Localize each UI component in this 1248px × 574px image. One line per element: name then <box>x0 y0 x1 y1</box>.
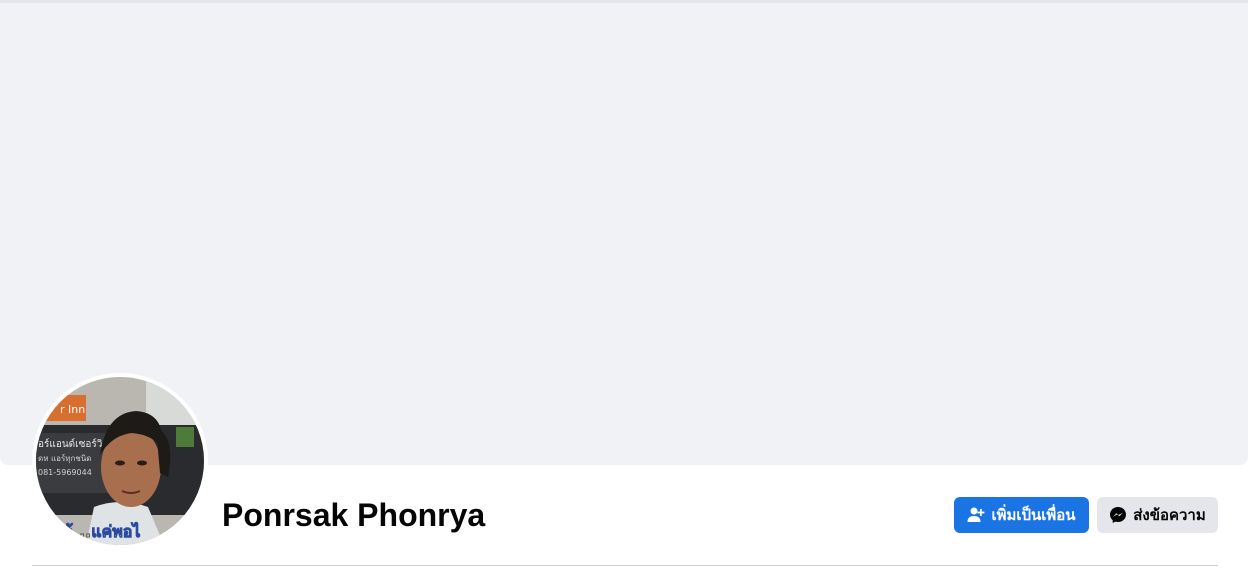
send-message-button[interactable]: ส่งข้อความ <box>1097 497 1218 533</box>
svg-text:r Inn: r Inn <box>60 403 85 416</box>
cover-photo[interactable] <box>0 3 1248 465</box>
send-message-label: ส่งข้อความ <box>1133 507 1206 524</box>
messenger-icon <box>1109 506 1127 524</box>
profile-name: Ponrsak Phonrya <box>222 497 486 533</box>
section-divider <box>32 565 1218 566</box>
svg-text:081-5969044: 081-5969044 <box>38 468 92 477</box>
profile-avatar[interactable]: r Inn อร์แอนด์เซอร์วิส ดห แอร์ทุกชนิด 08… <box>36 377 204 545</box>
profile-page: r Inn อร์แอนด์เซอร์วิส ดห แอร์ทุกชนิด 08… <box>0 0 1248 574</box>
svg-text:อร์แอนด์เซอร์วิส: อร์แอนด์เซอร์วิส <box>38 438 108 450</box>
add-friend-icon <box>967 506 985 524</box>
avatar-overlay-text: ว้...แค่พอไ <box>64 522 140 541</box>
avatar-photo: r Inn อร์แอนด์เซอร์วิส ดห แอร์ทุกชนิด 08… <box>36 377 204 545</box>
add-friend-button[interactable]: เพิ่มเป็นเพื่อน <box>954 497 1089 533</box>
svg-text:ดห แอร์ทุกชนิด: ดห แอร์ทุกชนิด <box>38 453 91 463</box>
add-friend-label: เพิ่มเป็นเพื่อน <box>991 507 1076 524</box>
